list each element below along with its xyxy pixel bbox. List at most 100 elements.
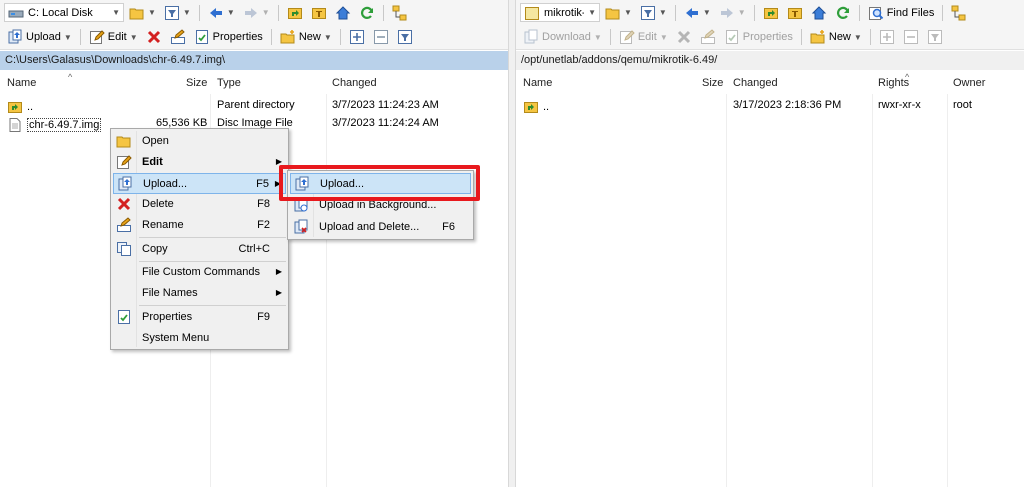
sort-asc-icon: ^ xyxy=(68,72,73,82)
submenu-arrow-icon: ▶ xyxy=(275,267,282,276)
file-icon xyxy=(7,117,23,133)
pane-splitter[interactable] xyxy=(508,0,516,487)
toolbar-separator xyxy=(753,4,755,21)
forward-button[interactable]: ▼ xyxy=(240,2,273,23)
column-name[interactable]: Name xyxy=(523,77,552,89)
folder-up-icon xyxy=(763,5,779,21)
new-button[interactable]: New ▼ xyxy=(807,27,865,48)
root-directory-button[interactable] xyxy=(784,2,806,23)
column-size[interactable]: Size xyxy=(702,77,723,89)
open-directory-button[interactable]: ▼ xyxy=(602,2,635,23)
column-owner[interactable]: Owner xyxy=(953,77,985,89)
download-button[interactable]: Download ▼ xyxy=(520,27,605,48)
file-row-parent[interactable]: .. 3/17/2023 2:18:36 PM rwxr-xr-x root xyxy=(516,96,1024,114)
menu-item-label: File Names xyxy=(142,287,198,299)
column-name[interactable]: Name xyxy=(7,77,36,89)
find-files-button[interactable]: Find Files xyxy=(865,2,938,23)
filter-icon xyxy=(927,29,943,45)
file-name: .. xyxy=(27,101,34,113)
properties-label: Properties xyxy=(742,31,793,43)
properties-button[interactable]: Properties xyxy=(721,27,796,48)
drive-icon xyxy=(8,5,24,21)
home-button[interactable] xyxy=(808,2,830,23)
tree-button[interactable] xyxy=(948,2,970,23)
menu-item-open[interactable]: Open xyxy=(113,131,286,152)
column-changed[interactable]: Changed xyxy=(733,77,778,89)
menu-item-file-names[interactable]: File Names ▶ xyxy=(113,283,286,304)
column-type[interactable]: Type xyxy=(217,77,241,89)
menu-item-copy[interactable]: Copy Ctrl+C xyxy=(113,239,286,260)
filter-button[interactable]: ▼ xyxy=(637,2,670,23)
forward-button[interactable]: ▼ xyxy=(716,2,749,23)
folder-root-icon xyxy=(311,5,327,21)
delete-button[interactable] xyxy=(673,27,695,48)
folder-icon xyxy=(524,5,540,21)
open-directory-button[interactable]: ▼ xyxy=(126,2,159,23)
menu-item-file-custom-commands[interactable]: File Custom Commands ▶ xyxy=(113,262,286,283)
menu-item-properties[interactable]: Properties F9 xyxy=(113,307,286,328)
refresh-button[interactable] xyxy=(356,2,378,23)
drive-select[interactable]: C: Local Disk ▼ xyxy=(4,3,124,22)
menu-item-rename[interactable]: Rename F2 xyxy=(113,215,286,236)
home-button[interactable] xyxy=(332,2,354,23)
remote-path-bar[interactable]: /opt/unetlab/addons/qemu/mikrotik-6.49/ xyxy=(516,51,1024,70)
name-cell: chr-6.49.7.img xyxy=(7,117,102,133)
file-row-parent[interactable]: .. Parent directory 3/7/2023 11:24:23 AM xyxy=(0,96,508,114)
new-folder-icon xyxy=(280,29,296,45)
column-rights[interactable]: Rights xyxy=(878,77,909,89)
menu-item-shortcut: F2 xyxy=(257,219,270,231)
chevron-down-icon: ▼ xyxy=(702,8,711,17)
new-label: New xyxy=(828,31,851,43)
rename-button[interactable] xyxy=(697,27,719,48)
filter-button[interactable]: ▼ xyxy=(161,2,194,23)
refresh-button[interactable] xyxy=(832,2,854,23)
remote-toolbar-actions: Download ▼ Edit ▼ Properties New ▼ xyxy=(516,25,1024,50)
menu-item-label: Delete xyxy=(142,198,174,210)
back-button[interactable]: ▼ xyxy=(681,2,714,23)
edit-button[interactable]: Edit ▼ xyxy=(86,27,141,48)
tree-icon xyxy=(392,5,408,21)
filter-select-button[interactable] xyxy=(394,27,416,48)
upload-button[interactable]: Upload ▼ xyxy=(4,27,75,48)
root-directory-button[interactable] xyxy=(308,2,330,23)
new-button[interactable]: New ▼ xyxy=(277,27,335,48)
submenu-item-upload-delete[interactable]: Upload and Delete... F6 xyxy=(290,217,471,238)
home-icon xyxy=(811,5,827,21)
filter-select-button[interactable] xyxy=(924,27,946,48)
select-button[interactable] xyxy=(346,27,368,48)
rename-button[interactable] xyxy=(167,27,189,48)
file-changed: 3/7/2023 11:24:23 AM xyxy=(332,99,439,111)
refresh-icon xyxy=(835,5,851,21)
local-path-bar[interactable]: C:\Users\Galasus\Downloads\chr-6.49.7.im… xyxy=(0,51,508,70)
properties-button[interactable]: Properties xyxy=(191,27,266,48)
column-changed[interactable]: Changed xyxy=(332,77,377,89)
delete-button[interactable] xyxy=(143,27,165,48)
session-select[interactable]: mikrotik-6 ▼ xyxy=(520,3,600,22)
menu-item-shortcut: F6 xyxy=(442,221,455,233)
menu-item-label: Copy xyxy=(142,243,168,255)
parent-directory-button[interactable] xyxy=(760,2,782,23)
edit-label: Edit xyxy=(637,31,657,43)
menu-item-shortcut: Ctrl+C xyxy=(238,243,270,255)
submenu-arrow-icon: ▶ xyxy=(275,288,282,297)
menu-item-delete[interactable]: Delete F8 xyxy=(113,194,286,215)
unselect-button[interactable] xyxy=(370,27,392,48)
parent-directory-button[interactable] xyxy=(284,2,306,23)
plus-box-icon xyxy=(349,29,365,45)
chevron-down-icon: ▼ xyxy=(588,8,596,17)
find-files-label: Find Files xyxy=(886,6,935,19)
menu-item-edit[interactable]: Edit ▶ xyxy=(113,152,286,173)
edit-button[interactable]: Edit ▼ xyxy=(616,27,671,48)
select-button[interactable] xyxy=(876,27,898,48)
context-menu: Open Edit ▶ Upload... F5 ▶ Delete F8 Ren… xyxy=(110,128,289,350)
menu-item-system-menu[interactable]: System Menu xyxy=(113,328,286,349)
rename-icon xyxy=(170,29,186,45)
unselect-button[interactable] xyxy=(900,27,922,48)
chevron-down-icon: ▼ xyxy=(593,32,602,42)
arrow-left-icon xyxy=(684,5,700,21)
tree-button[interactable] xyxy=(389,2,411,23)
delete-icon xyxy=(116,196,132,212)
column-size[interactable]: Size xyxy=(186,77,207,89)
menu-item-upload[interactable]: Upload... F5 ▶ xyxy=(113,173,286,194)
back-button[interactable]: ▼ xyxy=(205,2,238,23)
